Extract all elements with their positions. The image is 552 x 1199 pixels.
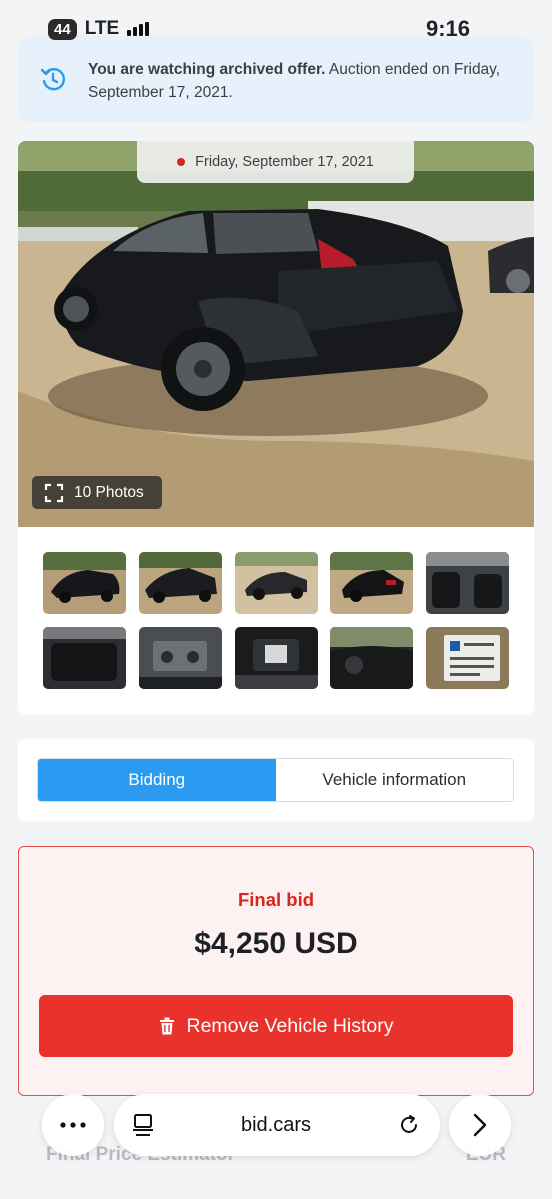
more-dots-icon [60,1122,86,1128]
thumbnail-instrument-cluster[interactable] [234,627,318,689]
tab-bidding[interactable]: Bidding [38,759,276,801]
archive-message-bold: You are watching archived offer. [88,61,326,78]
photos-count-button[interactable]: 10 Photos [32,476,162,509]
thumbnail-exterior-front-right[interactable] [138,552,222,614]
trash-icon [159,1017,174,1035]
thumbnail-exterior-rear-left[interactable] [234,552,318,614]
reader-tabs-icon[interactable] [132,1113,154,1137]
status-bar: 44 LTE 9:16 [0,0,552,58]
network-label: LTE [84,18,120,39]
final-bid-amount: $4,250 USD [194,927,358,960]
address-bar[interactable]: bid.cars [114,1094,440,1156]
photos-count-label: 10 Photos [74,483,144,501]
thumbnail-engine-bay[interactable] [138,627,222,689]
auction-date-chip: Friday, September 17, 2021 [137,141,414,183]
thumbnail-interior-rear-seats[interactable] [43,627,126,689]
auction-date-text: Friday, September 17, 2021 [195,154,374,170]
thumbnail-exterior-rear-right[interactable] [330,552,414,614]
car-photo-image [18,141,534,527]
tab-vehicle-information[interactable]: Vehicle information [275,759,513,801]
url-text: bid.cars [240,1113,312,1136]
battery-indicator: 44 [48,18,77,40]
clock: 9:16 [425,16,470,41]
remove-vehicle-history-label: Remove Vehicle History [186,1014,394,1037]
main-photo[interactable]: Friday, September 17, 2021 10 Photos [18,141,534,527]
gallery-card: Friday, September 17, 2021 10 Photos [18,141,534,715]
signal-icon [127,22,150,36]
remove-vehicle-history-button[interactable]: Remove Vehicle History [39,995,513,1057]
fullscreen-icon [44,483,64,502]
final-bid-card: Final bid $4,250 USD Remove Vehicle Hist… [18,846,534,1096]
thumbnail-grid [43,552,509,689]
browser-toolbar: bid.cars [0,1094,552,1160]
tabs-card: Bidding Vehicle information [18,739,534,821]
thumbnail-exterior-front-left[interactable] [43,552,126,614]
tab-switcher: Bidding Vehicle information [37,758,514,802]
status-left: 44 LTE [48,18,150,40]
chevron-right-icon [473,1113,487,1137]
reload-icon[interactable] [398,1114,420,1136]
final-bid-label: Final bid [237,889,315,910]
history-icon [40,68,65,91]
archive-message: You are watching archived offer. Auction… [88,58,518,104]
thumbnail-interior-front-seats[interactable] [426,552,509,614]
forward-button[interactable] [449,1094,511,1156]
thumbnail-dashboard[interactable] [330,627,414,689]
live-dot-icon [177,158,186,166]
thumbnail-vin-label[interactable] [426,627,509,689]
more-button[interactable] [42,1094,104,1156]
